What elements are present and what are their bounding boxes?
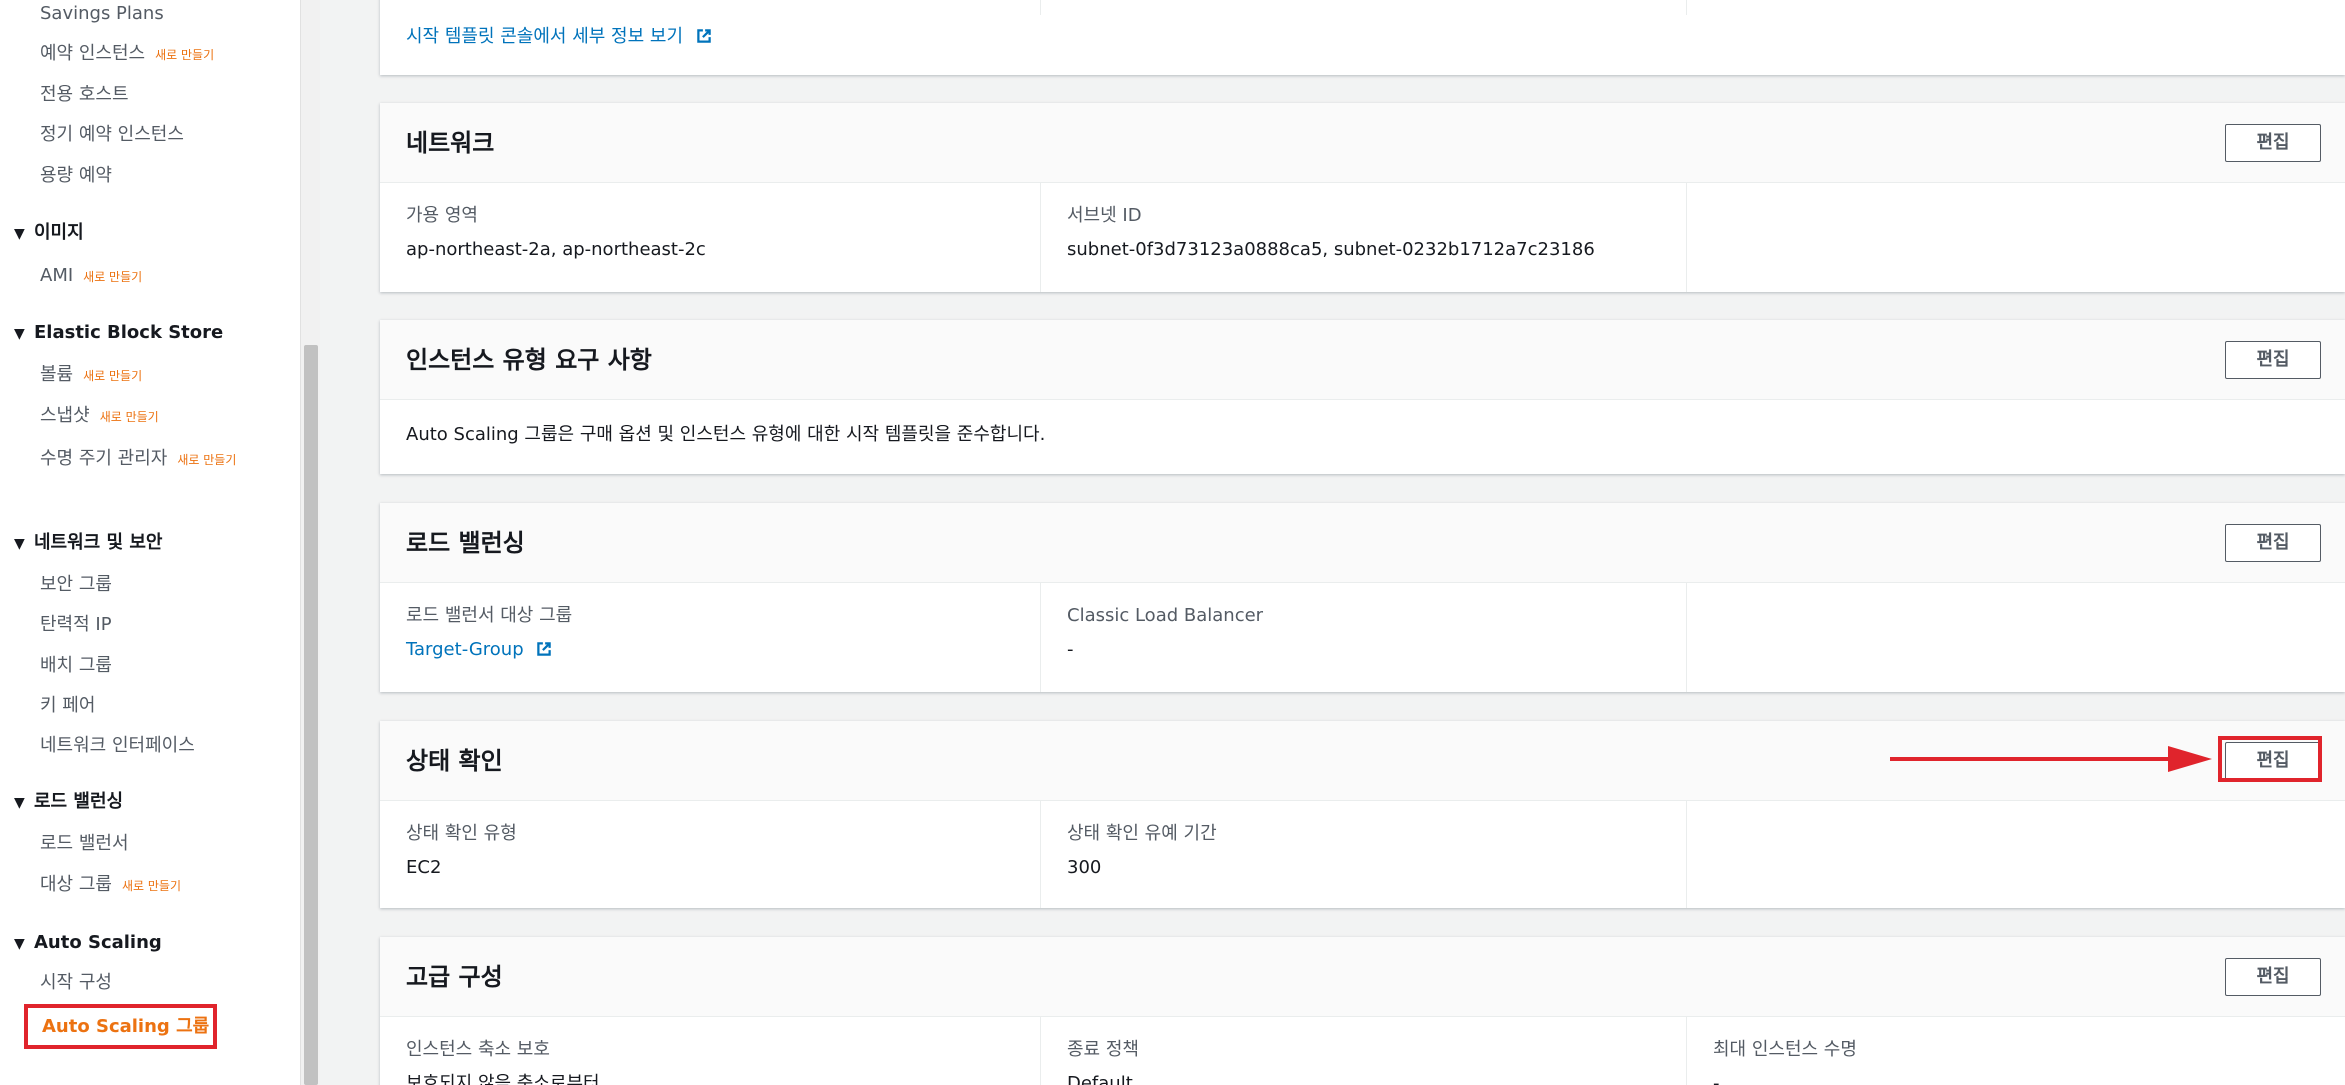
network-edit-button[interactable]: 편집 [2225,124,2321,162]
new-badge: 새로 만들기 [83,369,143,383]
advanced-config-title: 고급 구성 [406,963,503,991]
sidebar-item-dedicated-hosts[interactable]: 전용 호스트 [40,83,129,107]
health-check-grace-label: 상태 확인 유예 기간 [1067,823,1217,844]
sidebar-section-auto-scaling[interactable]: ▼ Auto Scaling [14,931,162,956]
sidebar-item-key-pairs[interactable]: 키 페어 [40,694,95,718]
load-balancing-panel: 로드 밸런싱 편집 로드 밸런서 대상 그룹 Target-Group Clas… [380,503,2345,692]
new-badge: 새로 만들기 [83,270,143,284]
sidebar-item-target-groups[interactable]: 대상 그룹 새로 만들기 [40,873,181,898]
sidebar-section-images[interactable]: ▼ 이미지 [14,221,84,246]
new-badge: 새로 만들기 [121,879,181,893]
sidebar-item-reserved-instances[interactable]: 예약 인스턴스 새로 만들기 [40,42,214,67]
caret-down-icon: ▼ [14,936,25,952]
health-check-title: 상태 확인 [406,747,503,775]
caret-down-icon: ▼ [14,795,25,811]
caret-down-icon: ▼ [14,326,25,342]
sidebar-section-load-balancing[interactable]: ▼ 로드 밸런싱 [14,790,123,815]
scale-in-protection-value: 보호되지 않음 축소로부터 [406,1073,600,1085]
new-badge: 새로 만들기 [177,453,237,467]
network-title: 네트워크 [406,129,495,157]
health-check-type-label: 상태 확인 유형 [406,823,517,844]
sidebar-item-launch-configurations[interactable]: 시작 구성 [40,971,112,995]
caret-down-icon: ▼ [14,536,25,552]
load-balancing-title: 로드 밸런싱 [406,529,525,557]
scroll-thumb[interactable] [304,345,318,1085]
classic-lb-value: - [1067,639,1074,660]
sidebar-item-placement-groups[interactable]: 배치 그룹 [40,654,112,678]
instance-type-text: Auto Scaling 그룹은 구매 옵션 및 인스턴스 유형에 대한 시작 … [406,424,1046,445]
subnet-label: 서브넷 ID [1067,205,1142,226]
scale-in-protection-label: 인스턴스 축소 보호 [406,1039,550,1060]
sidebar-section-network-security[interactable]: ▼ 네트워크 및 보안 [14,531,162,556]
sidebar-item-scheduled-instances[interactable]: 정기 예약 인스턴스 [40,123,184,147]
load-balancing-edit-button[interactable]: 편집 [2225,524,2321,562]
launch-template-panel: 시작 템플릿 콘솔에서 세부 정보 보기 [380,0,2345,75]
sidebar-item-network-interfaces[interactable]: 네트워크 인터페이스 [40,734,195,758]
health-check-type-value: EC2 [406,857,442,878]
sidebar: Savings Plans 예약 인스턴스 새로 만들기 전용 호스트 정기 예약… [0,0,300,1085]
sidebar-item-capacity-reservations[interactable]: 용량 예약 [40,164,112,188]
instance-type-title: 인스턴스 유형 요구 사항 [406,346,652,374]
sidebar-item-auto-scaling-groups[interactable]: Auto Scaling 그룹 [24,1004,217,1049]
sidebar-item-lifecycle-manager[interactable]: 수명 주기 관리자 새로 만들기 [40,445,270,474]
sidebar-item-snapshots[interactable]: 스냅샷 새로 만들기 [40,404,159,429]
health-check-grace-value: 300 [1067,857,1102,878]
max-instance-lifetime-value: - [1713,1073,1720,1085]
sidebar-section-ebs[interactable]: ▼ Elastic Block Store [14,321,223,346]
instance-type-edit-button[interactable]: 편집 [2225,341,2321,379]
annotation-arrow-icon [1890,746,2212,772]
network-panel: 네트워크 편집 가용 영역 ap-northeast-2a, ap-northe… [380,103,2345,292]
termination-policy-value: Default [1067,1073,1133,1085]
advanced-config-edit-button[interactable]: 편집 [2225,958,2321,996]
sidebar-item-volumes[interactable]: 볼륨 새로 만들기 [40,363,142,388]
sidebar-scrollbar[interactable] [300,0,320,1085]
sidebar-item-security-groups[interactable]: 보안 그룹 [40,573,112,597]
sidebar-item-load-balancers[interactable]: 로드 밸런서 [40,832,129,856]
target-group-label: 로드 밸런서 대상 그룹 [406,605,573,626]
subnet-value: subnet-0f3d73123a0888ca5, subnet-0232b17… [1067,239,1595,260]
target-group-link[interactable]: Target-Group [406,637,1040,663]
az-label: 가용 영역 [406,205,478,226]
sidebar-item-ami[interactable]: AMI 새로 만들기 [40,264,142,289]
external-link-icon [537,642,552,656]
new-badge: 새로 만들기 [99,410,159,424]
instance-type-panel: 인스턴스 유형 요구 사항 편집 Auto Scaling 그룹은 구매 옵션 … [380,320,2345,474]
max-instance-lifetime-label: 최대 인스턴스 수명 [1713,1039,1857,1060]
advanced-config-panel: 고급 구성 편집 인스턴스 축소 보호 보호되지 않음 축소로부터 종료 정책 … [380,937,2345,1085]
external-link-icon [697,29,711,43]
termination-policy-label: 종료 정책 [1067,1039,1139,1060]
caret-down-icon: ▼ [14,226,25,242]
sidebar-item-elastic-ip[interactable]: 탄력적 IP [40,613,112,637]
new-badge: 새로 만들기 [155,48,215,62]
sidebar-item-savings-plans[interactable]: Savings Plans [40,2,164,26]
az-value: ap-northeast-2a, ap-northeast-2c [406,239,706,260]
launch-template-link[interactable]: 시작 템플릿 콘솔에서 세부 정보 보기 [406,22,713,48]
classic-lb-label: Classic Load Balancer [1067,605,1264,626]
health-check-edit-button[interactable]: 편집 [2225,742,2321,780]
